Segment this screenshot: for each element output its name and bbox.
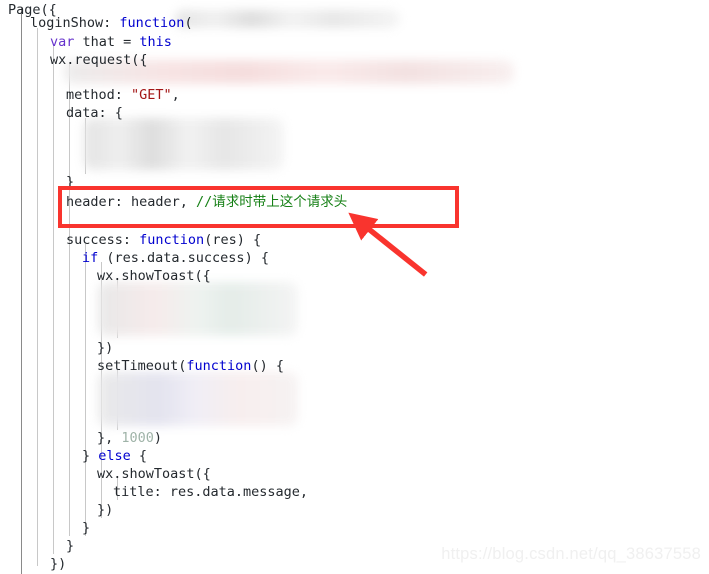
token-15-0: } (82, 448, 99, 464)
token-13-1: function (186, 358, 252, 374)
code-line-11: wx.showToast({ (0, 266, 211, 286)
code-line-10: if (res.data.success) { (0, 248, 269, 268)
token-6-0: data: { (66, 105, 123, 121)
token-17-0: title: res.data.message, (113, 484, 309, 500)
token-9-0: success: (66, 232, 140, 248)
showtoast-options-redaction (98, 282, 298, 336)
token-21-0: }) (50, 556, 67, 572)
code-line-2: loginShow: function( (0, 13, 193, 33)
token-14-2: ) (153, 430, 163, 446)
token-10-0: if (82, 250, 99, 266)
token-12-0: }) (97, 340, 114, 356)
code-line-21: }) (0, 554, 66, 574)
code-line-15: } else { (0, 446, 147, 466)
token-9-1: function (139, 232, 205, 248)
code-line-18: }) (0, 500, 113, 520)
token-3-0: var (50, 34, 75, 50)
csdn-watermark: https://blog.csdn.net/qq_38637558 (441, 545, 701, 563)
token-19-0: } (82, 520, 91, 536)
code-area[interactable]: Page({loginShow: function(var that = thi… (0, 0, 709, 574)
code-line-4: wx.request({ (0, 50, 148, 70)
token-3-1: that = (74, 34, 140, 50)
header-line-highlight-rect (58, 186, 459, 228)
code-line-6: data: { (0, 103, 123, 123)
token-13-0: setTimeout( (97, 358, 187, 374)
token-4-0: wx.request({ (50, 52, 148, 68)
token-16-0: wx.showToast({ (97, 466, 211, 482)
token-2-0: loginShow: (30, 15, 120, 31)
token-15-1: else (98, 448, 131, 464)
token-15-2: { (130, 448, 148, 464)
code-line-20: } (0, 536, 74, 556)
token-11-0: wx.showToast({ (97, 268, 211, 284)
data-body-redaction (84, 118, 284, 170)
code-line-5: method: "GET", (0, 85, 180, 105)
token-2-1: function (119, 15, 185, 31)
token-9-2: (res) { (204, 232, 262, 248)
token-5-1: "GET" (131, 87, 172, 103)
code-editor-screenshot: Page({loginShow: function(var that = thi… (0, 0, 709, 574)
code-line-16: wx.showToast({ (0, 464, 211, 484)
settimeout-body-redaction (98, 372, 298, 426)
code-line-14: }, 1000) (0, 428, 162, 448)
token-5-2: , (171, 87, 180, 103)
function-params-redaction (175, 10, 400, 28)
token-2-2: ( (184, 15, 193, 31)
code-line-17: title: res.data.message, (0, 482, 308, 502)
code-line-13: setTimeout(function() { (0, 356, 284, 376)
token-13-2: () { (251, 358, 284, 374)
token-18-0: }) (97, 502, 114, 518)
token-5-0: method: (66, 87, 132, 103)
code-line-3: var that = this (0, 32, 172, 52)
code-line-19: } (0, 518, 90, 538)
token-20-0: } (66, 538, 75, 554)
code-line-9: success: function(res) { (0, 230, 261, 250)
token-14-0: }, (97, 430, 122, 446)
token-14-1: 1000 (121, 430, 154, 446)
token-3-2: this (139, 34, 172, 50)
code-line-12: }) (0, 338, 113, 358)
token-10-1: (res.data.success) { (98, 250, 269, 266)
